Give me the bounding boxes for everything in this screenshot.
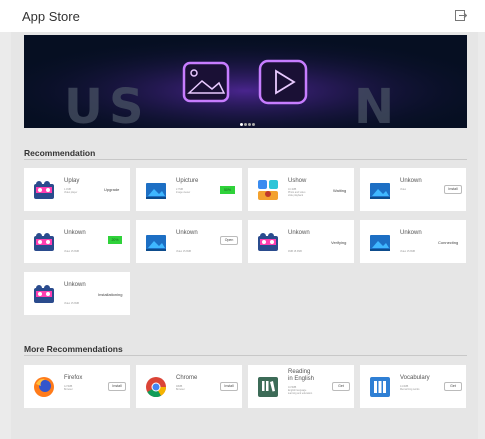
app-name: Unkown: [400, 178, 422, 184]
app-meta: Video 15.3MB: [64, 250, 79, 253]
app-meta: 10.5MB English language learning and educa…: [288, 386, 313, 395]
install-button[interactable]: Install: [220, 382, 238, 391]
video-app-icon: [34, 285, 54, 303]
image-app-icon: [370, 235, 390, 251]
open-button[interactable]: Open: [220, 236, 238, 245]
install-button[interactable]: Install: [108, 382, 126, 391]
app-card-unkown[interactable]: Unkown Video 15.3MB 20%: [24, 220, 130, 263]
section-title-more: More Recommendations: [24, 344, 123, 354]
app-card-upicture[interactable]: Upicture 2.7MB Image viewer 50%: [136, 168, 242, 211]
app-meta: 14.0MB Memorizing words: [400, 385, 420, 391]
app-meta: 10.1MB Photo and video slide playback: [288, 188, 306, 197]
app-name: Chrome: [176, 375, 198, 381]
get-button[interactable]: Get: [332, 382, 350, 391]
image-app-icon: [146, 183, 166, 199]
app-meta: 4MB 15.3MB: [288, 250, 302, 253]
app-meta: 12.5MB Browser: [64, 385, 73, 391]
image-app-icon: [370, 183, 390, 199]
app-card-unkown[interactable]: Unkown Video 15.3MB Installationing: [24, 272, 130, 315]
app-card-unkown[interactable]: Unkown Video 15.3MB Connecting: [360, 220, 466, 263]
status-label: Verifying: [331, 240, 347, 245]
app-name: Firefox: [64, 375, 83, 381]
ushow-icon: [258, 180, 278, 200]
app-card-unkown[interactable]: Unkown Video 15.3MB Open: [136, 220, 242, 263]
status-label: Connecting: [438, 240, 459, 245]
banner-carousel[interactable]: US N: [24, 35, 467, 128]
image-app-icon: [146, 235, 166, 251]
svg-text:N: N: [354, 79, 400, 128]
app-meta: Video 15.3MB: [400, 250, 415, 253]
firefox-icon: [34, 377, 54, 397]
vocabulary-icon: [370, 377, 390, 397]
section-divider: [24, 159, 467, 160]
app-name: Unkown: [288, 230, 310, 236]
app-meta: 2.7MB Image viewer: [176, 188, 191, 194]
app-meta: 48MB Browser: [176, 385, 185, 391]
app-name: Unkown: [64, 282, 86, 288]
app-card-chrome[interactable]: Chrome 48MB Browser Install: [136, 365, 242, 408]
carousel-dots[interactable]: [240, 123, 256, 127]
app-name: Ushow: [288, 178, 307, 184]
video-app-icon: [258, 233, 278, 251]
banner-artwork: US N: [24, 35, 467, 128]
top-bar: App Store: [0, 0, 485, 32]
app-meta: Video 15.3MB: [64, 302, 79, 305]
app-card-ushow[interactable]: Ushow 10.1MB Photo and video slide playbac…: [248, 168, 354, 211]
download-progress[interactable]: 50%: [220, 186, 235, 194]
app-card-reading[interactable]: Reading in English 10.5MB English language…: [248, 365, 354, 408]
carousel-dot[interactable]: [244, 123, 247, 126]
app-title: App Store: [22, 9, 80, 24]
carousel-dot[interactable]: [240, 123, 243, 126]
app-meta: Video: [400, 188, 407, 191]
carousel-dot[interactable]: [252, 123, 255, 126]
app-name: Vocabulary: [400, 375, 430, 381]
section-title-recommendation: Recommendation: [24, 148, 96, 158]
reading-icon: [258, 377, 278, 397]
section-divider: [24, 355, 467, 356]
status-label: Waiting: [333, 188, 347, 193]
app-name: Reading in English: [288, 369, 315, 382]
app-name: Uplay: [64, 178, 80, 184]
app-name: Upicture: [176, 178, 199, 184]
app-name: Unkown: [400, 230, 422, 236]
app-meta: Video 15.3MB: [176, 250, 191, 253]
status-label: Installationing: [98, 292, 123, 297]
video-app-icon: [34, 181, 54, 199]
app-card-vocabulary[interactable]: Vocabulary 14.0MB Memorizing words Get: [360, 365, 466, 408]
app-card-firefox[interactable]: Firefox 12.5MB Browser Install: [24, 365, 130, 408]
install-button[interactable]: Install: [444, 185, 462, 194]
app-meta: 1.1MB Video player: [64, 188, 78, 194]
app-card-uplay[interactable]: Uplay 1.1MB Video player Upgrade: [24, 168, 130, 211]
video-app-icon: [34, 233, 54, 251]
svg-text:US: US: [64, 79, 150, 128]
carousel-dot[interactable]: [248, 123, 251, 126]
app-card-unkown[interactable]: Unkown Video Install: [360, 168, 466, 211]
download-progress[interactable]: 20%: [108, 236, 122, 244]
get-button[interactable]: Get: [444, 382, 462, 391]
exit-icon[interactable]: [455, 10, 467, 21]
upgrade-button[interactable]: Upgrade: [104, 187, 119, 192]
app-name: Unkown: [64, 230, 86, 236]
app-name: Unkown: [176, 230, 198, 236]
chrome-icon: [146, 377, 167, 398]
app-card-unkown[interactable]: Unkown 4MB 15.3MB Verifying: [248, 220, 354, 263]
